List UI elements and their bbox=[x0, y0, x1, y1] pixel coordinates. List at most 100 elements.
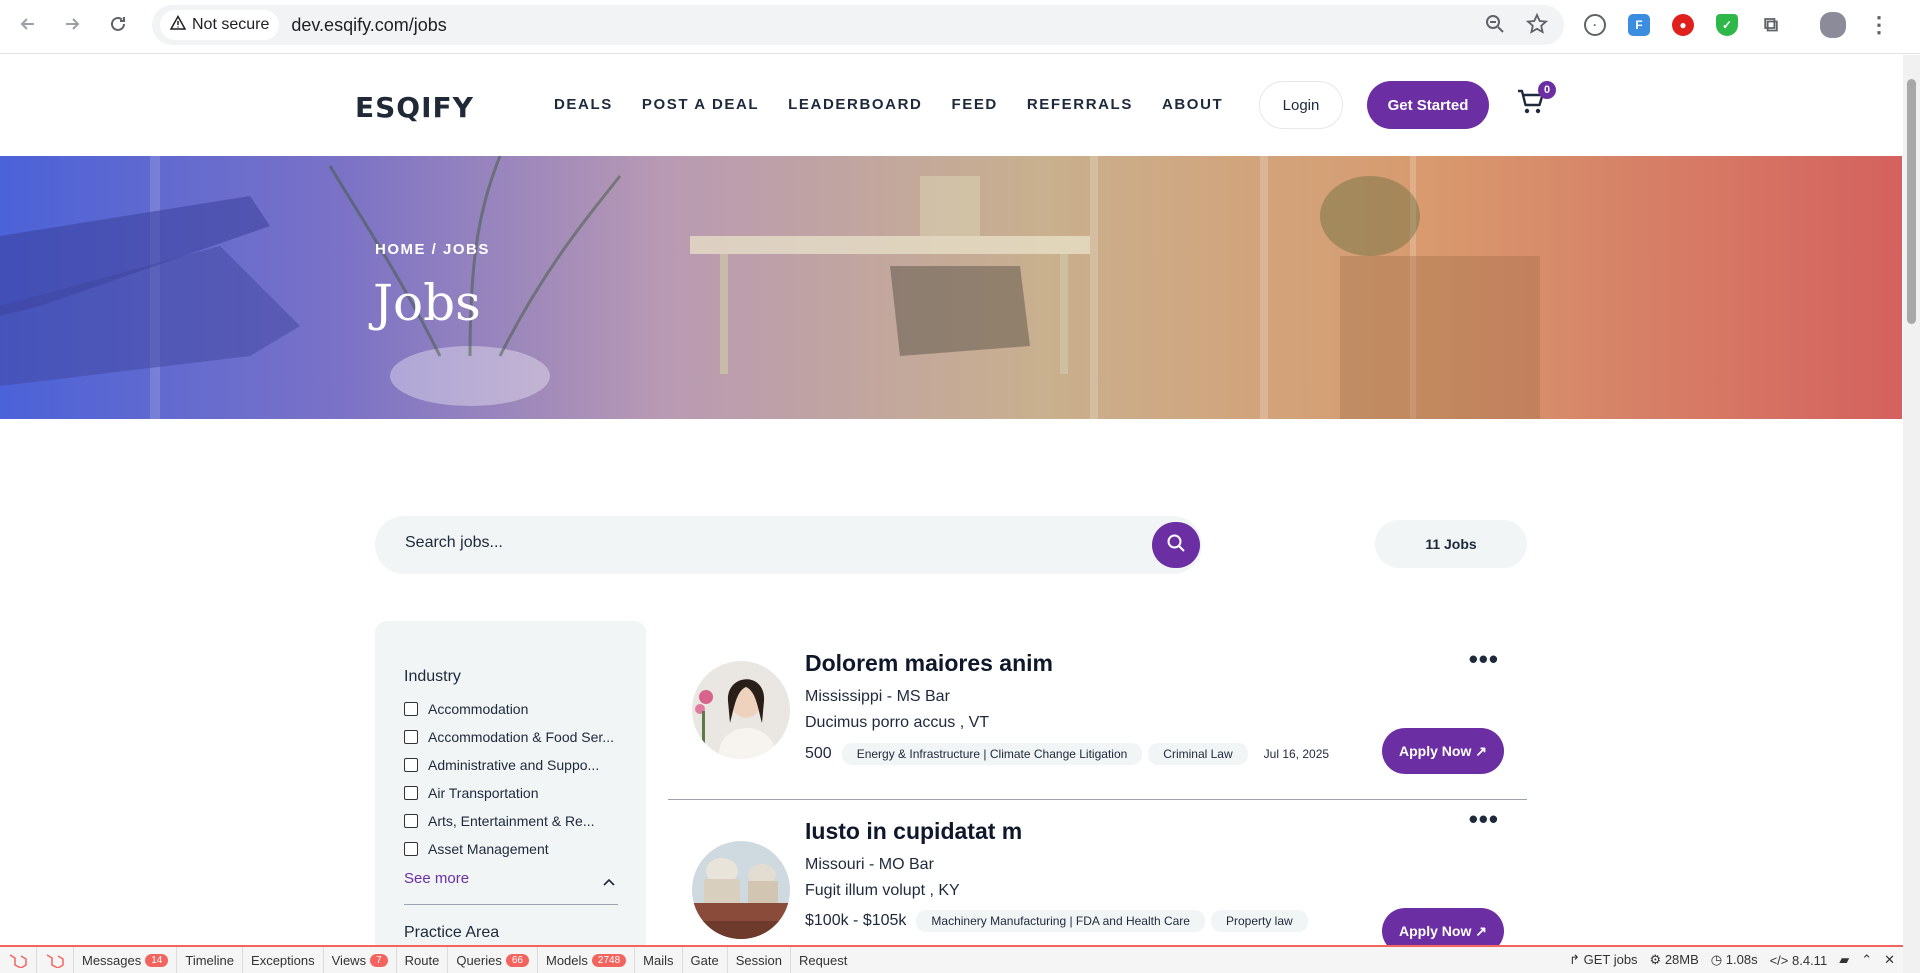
debugbar-tab-views[interactable]: Views 7 bbox=[324, 947, 397, 973]
industry-option[interactable]: Accommodation & Food Ser... bbox=[404, 729, 614, 745]
office-background-image bbox=[0, 156, 1540, 419]
shield-extension-icon[interactable]: ✓ bbox=[1716, 14, 1738, 36]
nav-feed[interactable]: FEED bbox=[951, 96, 997, 113]
debugbar-tab-label: Views bbox=[331, 952, 367, 968]
debugbar-tab-label: Request bbox=[798, 952, 848, 968]
industry-option-label: Accommodation bbox=[428, 701, 529, 717]
get-started-button[interactable]: Get Started bbox=[1367, 81, 1489, 129]
industry-option[interactable]: Accommodation bbox=[404, 701, 614, 717]
page-scrollbar[interactable] bbox=[1903, 55, 1920, 973]
checkbox[interactable] bbox=[404, 786, 418, 800]
job-bar: Missouri - MO Bar bbox=[805, 856, 934, 873]
debugbar-badge: 66 bbox=[505, 953, 529, 967]
login-button[interactable]: Login bbox=[1259, 81, 1343, 129]
extension-icon-1[interactable]: · bbox=[1584, 14, 1606, 36]
job-date: Jul 16, 2025 bbox=[1263, 747, 1330, 761]
nav-referrals[interactable]: REFERRALS bbox=[1027, 96, 1133, 113]
browser-toolbar: Not secure dev.esqify.com/jobs · F ● ✓ ⧉… bbox=[0, 0, 1920, 54]
job-bar: Mississippi - MS Bar bbox=[805, 688, 950, 705]
menu-dots-icon[interactable]: ⋮ bbox=[1868, 12, 1890, 37]
nav-deals[interactable]: DEALS bbox=[554, 96, 613, 113]
checkbox[interactable] bbox=[404, 814, 418, 828]
site-header: ESQIFY DEALS POST A DEAL LEADERBOARD FEE… bbox=[0, 55, 1900, 156]
nav-about[interactable]: ABOUT bbox=[1162, 96, 1223, 113]
industry-option-label: Asset Management bbox=[428, 841, 549, 857]
checkbox[interactable] bbox=[404, 730, 418, 744]
industry-option[interactable]: Arts, Entertainment & Re... bbox=[404, 813, 614, 829]
nav-leaderboard[interactable]: LEADERBOARD bbox=[788, 96, 922, 113]
security-chip[interactable]: Not secure bbox=[160, 10, 280, 40]
debugbar-tab-messages[interactable]: Messages 14 bbox=[74, 947, 178, 973]
industry-option[interactable]: Air Transportation bbox=[404, 785, 614, 801]
debugbar-php: </> 8.4.11 bbox=[1770, 953, 1828, 968]
industry-option[interactable]: Administrative and Suppo... bbox=[404, 757, 614, 773]
search-button[interactable] bbox=[1152, 522, 1200, 568]
checkbox[interactable] bbox=[404, 758, 418, 772]
debugbar-route[interactable]: ↱ GET jobs bbox=[1569, 952, 1637, 968]
job-tag: Criminal Law bbox=[1148, 743, 1248, 765]
url-text[interactable]: dev.esqify.com/jobs bbox=[291, 15, 446, 36]
job-meta: 500 Energy & Infrastructure | Climate Ch… bbox=[805, 743, 1329, 765]
debugbar-tab-request[interactable]: Request bbox=[791, 947, 855, 973]
scroll-thumb[interactable] bbox=[1907, 79, 1916, 324]
forward-icon[interactable] bbox=[60, 12, 84, 36]
debugbar-tab-exceptions[interactable]: Exceptions bbox=[243, 947, 324, 973]
extension-icon-2[interactable]: F bbox=[1628, 14, 1650, 36]
industry-option[interactable]: Asset Management bbox=[404, 841, 614, 857]
clock-icon: ◷ bbox=[1710, 952, 1723, 967]
checkbox[interactable] bbox=[404, 702, 418, 716]
memory-text: 28MB bbox=[1664, 952, 1699, 967]
debugbar-tab-label: Messages bbox=[82, 952, 142, 968]
search-input[interactable] bbox=[405, 534, 1105, 552]
job-salary: 500 bbox=[805, 745, 832, 762]
extension-icon-3[interactable]: ● bbox=[1672, 14, 1694, 36]
profile-avatar-icon[interactable] bbox=[1820, 12, 1846, 38]
code-icon: </> bbox=[1769, 952, 1789, 968]
folder-icon[interactable]: ▰ bbox=[1839, 952, 1849, 968]
debugbar-tab-gate[interactable]: Gate bbox=[683, 947, 728, 973]
more-options-icon[interactable]: ••• bbox=[1469, 804, 1499, 835]
site-logo[interactable]: ESQIFY bbox=[355, 91, 474, 124]
reload-icon[interactable] bbox=[106, 12, 130, 36]
job-title[interactable]: Dolorem maiores anim bbox=[805, 650, 1053, 677]
more-options-icon[interactable]: ••• bbox=[1469, 644, 1499, 675]
job-tag: Property law bbox=[1210, 910, 1308, 932]
see-more-link[interactable]: See more bbox=[404, 870, 469, 887]
back-icon[interactable] bbox=[16, 12, 40, 36]
job-count-badge: 11 Jobs bbox=[1375, 520, 1527, 568]
job-title[interactable]: Iusto in cupidatat m bbox=[805, 818, 1022, 845]
debugbar-badge: 7 bbox=[370, 953, 388, 967]
chevron-up-icon[interactable]: ⌃ bbox=[1861, 952, 1872, 968]
bookmark-star-icon[interactable] bbox=[1525, 12, 1549, 40]
debugbar-laravel-icon[interactable] bbox=[37, 947, 74, 973]
debugbar-logo-icon[interactable] bbox=[0, 947, 37, 973]
puzzle-icon[interactable]: ⧉ bbox=[1760, 14, 1782, 36]
debugbar-tab-models[interactable]: Models 2748 bbox=[538, 947, 636, 973]
debugbar-tab-session[interactable]: Session bbox=[728, 947, 791, 973]
job-meta: $100k - $105k Machinery Manufacturing | … bbox=[805, 910, 1308, 932]
zoom-icon[interactable] bbox=[1484, 13, 1506, 40]
page-title: Jobs bbox=[373, 274, 481, 332]
debugbar-stats: ↱ GET jobs ⚙ 28MB ◷ 1.08s </> 8.4.11 ▰ ⌃… bbox=[1569, 947, 1895, 973]
apply-now-button[interactable]: Apply Now ↗ bbox=[1382, 728, 1504, 774]
debugbar-tab-label: Timeline bbox=[185, 952, 235, 968]
debugbar-badge: 2748 bbox=[591, 953, 627, 967]
company-avatar[interactable] bbox=[692, 841, 790, 939]
job-search-bar bbox=[375, 516, 1202, 574]
address-bar[interactable]: Not secure dev.esqify.com/jobs bbox=[152, 5, 1564, 45]
job-location: Fugit illum volupt , KY bbox=[805, 882, 960, 899]
main-nav: DEALS POST A DEAL LEADERBOARD FEED REFER… bbox=[554, 96, 1223, 113]
company-avatar[interactable] bbox=[692, 661, 790, 759]
debugbar-tab-route[interactable]: Route bbox=[397, 947, 449, 973]
debugbar-badge: 14 bbox=[145, 953, 169, 967]
job-card: Iusto in cupidatat m Missouri - MO Bar F… bbox=[668, 804, 1527, 968]
nav-post-a-deal[interactable]: POST A DEAL bbox=[642, 96, 759, 113]
debugbar-tab-timeline[interactable]: Timeline bbox=[177, 947, 244, 973]
debugbar-tab-queries[interactable]: Queries 66 bbox=[448, 947, 538, 973]
chevron-up-icon[interactable] bbox=[603, 873, 615, 891]
close-icon[interactable]: ✕ bbox=[1884, 952, 1895, 968]
time-text: 1.08s bbox=[1725, 952, 1758, 967]
industry-option-label: Arts, Entertainment & Re... bbox=[428, 813, 595, 829]
debugbar-tab-mails[interactable]: Mails bbox=[635, 947, 683, 973]
checkbox[interactable] bbox=[404, 842, 418, 856]
